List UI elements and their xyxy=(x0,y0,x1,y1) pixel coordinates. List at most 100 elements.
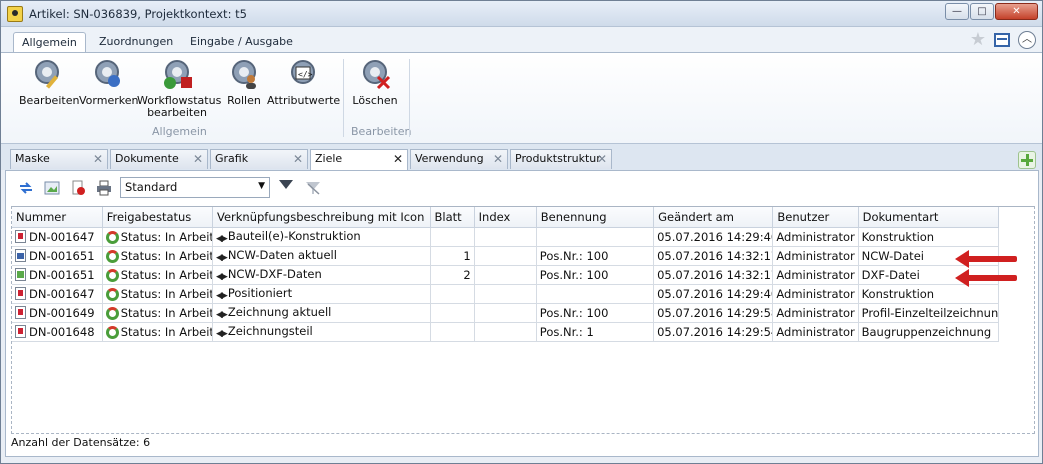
link-arrows-icon: ◀▶ xyxy=(215,253,228,263)
cell-link: ◀▶ Bauteil(e)-Konstruktion xyxy=(212,227,431,247)
cell-blatt: 2 xyxy=(430,265,475,285)
cell-benutzer: Administrator xyxy=(772,246,859,266)
cell-index xyxy=(474,322,537,342)
loeschen-label: Löschen xyxy=(352,94,398,107)
bearbeiten-button[interactable]: Bearbeiten xyxy=(19,57,79,107)
nummer-text: DN-001651 xyxy=(29,267,95,282)
maximize-button[interactable]: □ xyxy=(970,3,994,20)
gear-delete-icon xyxy=(358,57,392,91)
vormerken-button[interactable]: Vormerken xyxy=(79,57,139,107)
annotation-arrow-icon xyxy=(955,269,1017,287)
title-bar: Artikel: SN-036839, Projektkontext: t5 —… xyxy=(1,1,1042,27)
cell-status: Status: In Arbeit, xyxy=(102,322,213,342)
column-header-nummer[interactable]: Nummer xyxy=(12,207,103,228)
column-header-verknuepfung[interactable]: Verknüpfungsbeschreibung mit Icon xyxy=(212,207,431,228)
view-select[interactable]: Standard ▼ xyxy=(120,177,270,198)
close-tab-icon[interactable]: ✕ xyxy=(193,152,203,166)
tab-label: Produktstruktur xyxy=(515,152,601,165)
tab-dokumente[interactable]: Dokumente ✕ xyxy=(110,149,208,169)
column-header-benutzer[interactable]: Benutzer xyxy=(772,207,859,228)
delete-document-icon[interactable] xyxy=(70,180,86,196)
column-header-geaendert[interactable]: Geändert am xyxy=(653,207,774,228)
vormerken-label: Vormerken xyxy=(79,94,139,107)
attributwerte-label: Attributwerte xyxy=(267,94,341,107)
dxf-document-icon xyxy=(15,267,26,281)
nummer-text: DN-001651 xyxy=(29,248,95,263)
cell-benutzer: Administrator xyxy=(772,284,859,304)
workflowstatus-button[interactable]: Workflowstatus bearbeiten xyxy=(137,57,221,119)
cell-blatt xyxy=(430,227,475,247)
add-tab-icon[interactable] xyxy=(1018,151,1036,169)
attributwerte-button[interactable]: </> Attributwerte xyxy=(267,57,341,107)
table-row[interactable]: DN-001651 Status: In Arbeit, ◀▶ NCW-Daten… xyxy=(12,246,1000,266)
tab-ziele[interactable]: Ziele ✕ xyxy=(310,149,408,170)
rollen-button[interactable]: Rollen xyxy=(223,57,265,107)
table-row[interactable]: DN-001647 Status: In Arbeit, ◀▶ Bauteil(e… xyxy=(12,227,1000,247)
cell-status: Status: In Arbeit, xyxy=(102,246,213,266)
cell-status: Status: In Arbeit, xyxy=(102,265,213,285)
cell-blatt: 1 xyxy=(430,246,475,266)
pdf-document-icon xyxy=(15,286,26,300)
cell-dokumentart: Baugruppenzeichnung xyxy=(858,322,1000,342)
column-header-dokumentart[interactable]: Dokumentart xyxy=(858,207,1000,228)
favorite-star-icon[interactable]: ★ xyxy=(970,31,986,49)
tab-eingabe-ausgabe[interactable]: Eingabe / Ausgabe xyxy=(182,32,301,53)
table-row[interactable]: DN-001651 Status: In Arbeit, ◀▶ NCW-DXF-D… xyxy=(12,265,1000,285)
cell-link: ◀▶ Zeichnung aktuell xyxy=(212,303,431,323)
refresh-icon[interactable] xyxy=(18,180,34,196)
status-cycle-icon xyxy=(105,287,119,301)
close-tab-icon[interactable]: ✕ xyxy=(493,152,503,166)
table-row[interactable]: DN-001648 Status: In Arbeit, ◀▶ Zeichnung… xyxy=(12,322,1000,342)
link-text: Bauteil(e)-Konstruktion xyxy=(227,229,361,243)
cell-blatt xyxy=(430,322,475,342)
cell-status: Status: In Arbeit, xyxy=(102,227,213,247)
cell-benennung: Pos.Nr.: 1 xyxy=(536,322,655,342)
cell-index xyxy=(474,284,537,304)
tab-zuordnungen[interactable]: Zuordnungen xyxy=(91,32,181,53)
close-tab-icon[interactable]: ✕ xyxy=(93,152,103,166)
tab-produktstruktur[interactable]: Produktstruktur ✕ xyxy=(510,149,612,169)
window-layout-icon[interactable] xyxy=(994,33,1010,47)
clear-filter-icon[interactable] xyxy=(305,180,321,196)
image-view-icon[interactable] xyxy=(44,180,60,196)
close-tab-icon[interactable]: ✕ xyxy=(393,152,403,166)
loeschen-button[interactable]: Löschen xyxy=(351,57,399,107)
filter-icon[interactable] xyxy=(279,180,293,189)
column-header-blatt[interactable]: Blatt xyxy=(430,207,475,228)
table-row[interactable]: DN-001647 Status: In Arbeit, ◀▶ Positioni… xyxy=(12,284,1000,304)
cell-nummer: DN-001647 xyxy=(12,227,103,247)
column-header-benennung[interactable]: Benennung xyxy=(536,207,655,228)
status-cycle-icon xyxy=(105,268,119,282)
minimize-button[interactable]: — xyxy=(945,3,969,20)
group-label-allgemein: Allgemein xyxy=(152,125,207,138)
tab-verwendung[interactable]: Verwendung ✕ xyxy=(410,149,508,169)
record-count: Anzahl der Datensätze: 6 xyxy=(11,436,151,449)
close-tab-icon[interactable]: ✕ xyxy=(597,152,607,166)
cell-link: ◀▶ Zeichnungsteil xyxy=(212,322,431,342)
annotation-arrow-icon xyxy=(955,250,1017,268)
print-icon[interactable] xyxy=(96,180,112,196)
cell-dokumentart: Profil-Einzelteilzeichnung xyxy=(858,303,1000,323)
tab-maske[interactable]: Maske ✕ xyxy=(10,149,108,169)
close-button[interactable]: ✕ xyxy=(995,3,1038,20)
cell-link: ◀▶ NCW-Daten aktuell xyxy=(212,246,431,266)
group-separator xyxy=(409,59,410,137)
tab-grafik[interactable]: Grafik ✕ xyxy=(210,149,308,169)
collapse-ribbon-icon[interactable]: ︿ xyxy=(1018,31,1036,49)
cell-dokumentart: Konstruktion xyxy=(858,284,1000,304)
status-text: Status: In Arbeit, xyxy=(120,267,213,282)
bearbeiten-label: Bearbeiten xyxy=(19,94,80,107)
cell-index xyxy=(474,303,537,323)
close-tab-icon[interactable]: ✕ xyxy=(293,152,303,166)
cell-status: Status: In Arbeit, xyxy=(102,284,213,304)
tab-allgemein[interactable]: Allgemein xyxy=(13,32,86,53)
status-cycle-icon xyxy=(105,325,119,339)
cell-link: ◀▶ Positioniert xyxy=(212,284,431,304)
link-arrows-icon: ◀▶ xyxy=(215,291,228,301)
column-header-freigabestatus[interactable]: Freigabestatus xyxy=(102,207,213,228)
status-cycle-icon xyxy=(105,249,119,263)
pdf-document-icon xyxy=(15,229,26,243)
table-row[interactable]: DN-001649 Status: In Arbeit, ◀▶ Zeichnung… xyxy=(12,303,1000,323)
column-header-index[interactable]: Index xyxy=(474,207,537,228)
tab-label: Maske xyxy=(15,152,50,165)
